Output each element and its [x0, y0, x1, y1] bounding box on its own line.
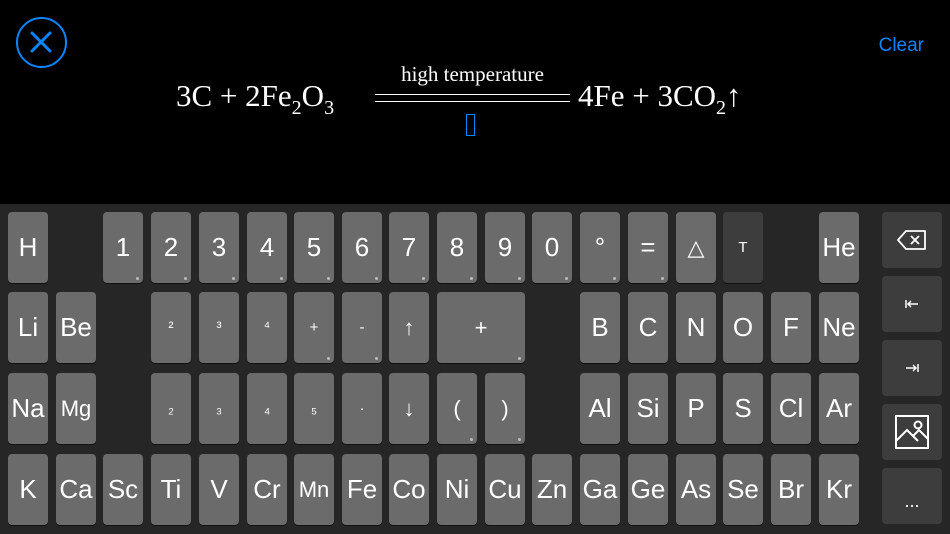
key-Cu[interactable]: Cu: [485, 454, 525, 525]
cursor-end-icon: [906, 364, 919, 372]
key-H[interactable]: H: [8, 212, 48, 283]
key-Ca[interactable]: Ca: [56, 454, 96, 525]
key-Kr[interactable]: Kr: [819, 454, 859, 525]
key-6[interactable]: 6: [342, 212, 382, 283]
key-subscript-4[interactable]: ₄: [247, 373, 287, 444]
key-Ge[interactable]: Ge: [628, 454, 668, 525]
key-3[interactable]: 3: [199, 212, 239, 283]
key-Cr[interactable]: Cr: [247, 454, 287, 525]
key-S[interactable]: S: [723, 373, 763, 444]
key-4[interactable]: 4: [247, 212, 287, 283]
key-close-paren[interactable]: ): [485, 373, 525, 444]
key-T[interactable]: T: [723, 212, 763, 283]
clear-button[interactable]: Clear: [879, 35, 924, 57]
key-down-arrow[interactable]: ↓: [389, 373, 429, 444]
key-triangle[interactable]: △: [676, 212, 716, 283]
key-5[interactable]: 5: [294, 212, 334, 283]
backspace-icon: [897, 230, 926, 250]
close-button[interactable]: [16, 17, 67, 68]
insert-image-button[interactable]: [882, 404, 942, 460]
key-N[interactable]: N: [676, 292, 716, 363]
chemical-equation: 3C + 2Fe2O3 high temperature 4Fe + 3CO2↑: [0, 62, 950, 142]
key-0[interactable]: 0: [532, 212, 572, 283]
key-Ga[interactable]: Ga: [580, 454, 620, 525]
key-Mn[interactable]: Mn: [294, 454, 334, 525]
key-superscript-3[interactable]: ³: [199, 292, 239, 363]
key-He[interactable]: He: [819, 212, 859, 283]
more-button[interactable]: ...: [882, 468, 942, 524]
key-As[interactable]: As: [676, 454, 716, 525]
reaction-condition: high temperature: [401, 62, 544, 86]
key-Se[interactable]: Se: [723, 454, 763, 525]
key-Sc[interactable]: Sc: [103, 454, 143, 525]
key-Co[interactable]: Co: [389, 454, 429, 525]
key-Ti[interactable]: Ti: [151, 454, 191, 525]
key-equals[interactable]: =: [628, 212, 668, 283]
key-P[interactable]: P: [676, 373, 716, 444]
key-Be[interactable]: Be: [56, 292, 96, 363]
chemistry-keyboard: H 1 2 3 4 5 6 7 8 9 0 ° = △ T He Li Be ²…: [0, 204, 950, 534]
key-superscript-2[interactable]: ²: [151, 292, 191, 363]
key-Mg[interactable]: Mg: [56, 373, 96, 444]
key-plus[interactable]: +: [437, 292, 525, 363]
key-9[interactable]: 9: [485, 212, 525, 283]
equation-products: 4Fe + 3CO2↑: [578, 78, 742, 119]
close-icon: [30, 31, 52, 53]
key-superscript-4[interactable]: ⁴: [247, 292, 287, 363]
cursor-start-icon: [905, 300, 918, 308]
key-Li[interactable]: Li: [8, 292, 48, 363]
key-Zn[interactable]: Zn: [532, 454, 572, 525]
key-V[interactable]: V: [199, 454, 239, 525]
equation-reactants: 3C + 2Fe2O3: [176, 78, 335, 119]
image-icon: [895, 415, 929, 449]
key-F[interactable]: F: [771, 292, 811, 363]
text-cursor[interactable]: [466, 114, 475, 136]
key-C[interactable]: C: [628, 292, 668, 363]
key-middle-dot[interactable]: ·: [342, 373, 382, 444]
key-Fe[interactable]: Fe: [342, 454, 382, 525]
cursor-start-button[interactable]: [882, 276, 942, 332]
key-subscript-2[interactable]: ₂: [151, 373, 191, 444]
key-1[interactable]: 1: [103, 212, 143, 283]
key-Br[interactable]: Br: [771, 454, 811, 525]
key-2[interactable]: 2: [151, 212, 191, 283]
key-subscript-3[interactable]: ₃: [199, 373, 239, 444]
key-Ne[interactable]: Ne: [819, 292, 859, 363]
key-superscript-minus[interactable]: -: [342, 292, 382, 363]
key-superscript-plus[interactable]: +: [294, 292, 334, 363]
reaction-equals-sign: [375, 94, 570, 102]
key-up-arrow[interactable]: ↑: [389, 292, 429, 363]
backspace-button[interactable]: [882, 212, 942, 268]
key-O[interactable]: O: [723, 292, 763, 363]
key-7[interactable]: 7: [389, 212, 429, 283]
key-open-paren[interactable]: (: [437, 373, 477, 444]
key-Si[interactable]: Si: [628, 373, 668, 444]
key-Na[interactable]: Na: [8, 373, 48, 444]
key-degree[interactable]: °: [580, 212, 620, 283]
key-B[interactable]: B: [580, 292, 620, 363]
key-K[interactable]: K: [8, 454, 48, 525]
key-Ar[interactable]: Ar: [819, 373, 859, 444]
key-subscript-5[interactable]: ₅: [294, 373, 334, 444]
equation-display: Clear 3C + 2Fe2O3 high temperature 4Fe +…: [0, 0, 950, 204]
key-Al[interactable]: Al: [580, 373, 620, 444]
key-8[interactable]: 8: [437, 212, 477, 283]
key-Ni[interactable]: Ni: [437, 454, 477, 525]
cursor-end-button[interactable]: [882, 340, 942, 396]
key-Cl[interactable]: Cl: [771, 373, 811, 444]
